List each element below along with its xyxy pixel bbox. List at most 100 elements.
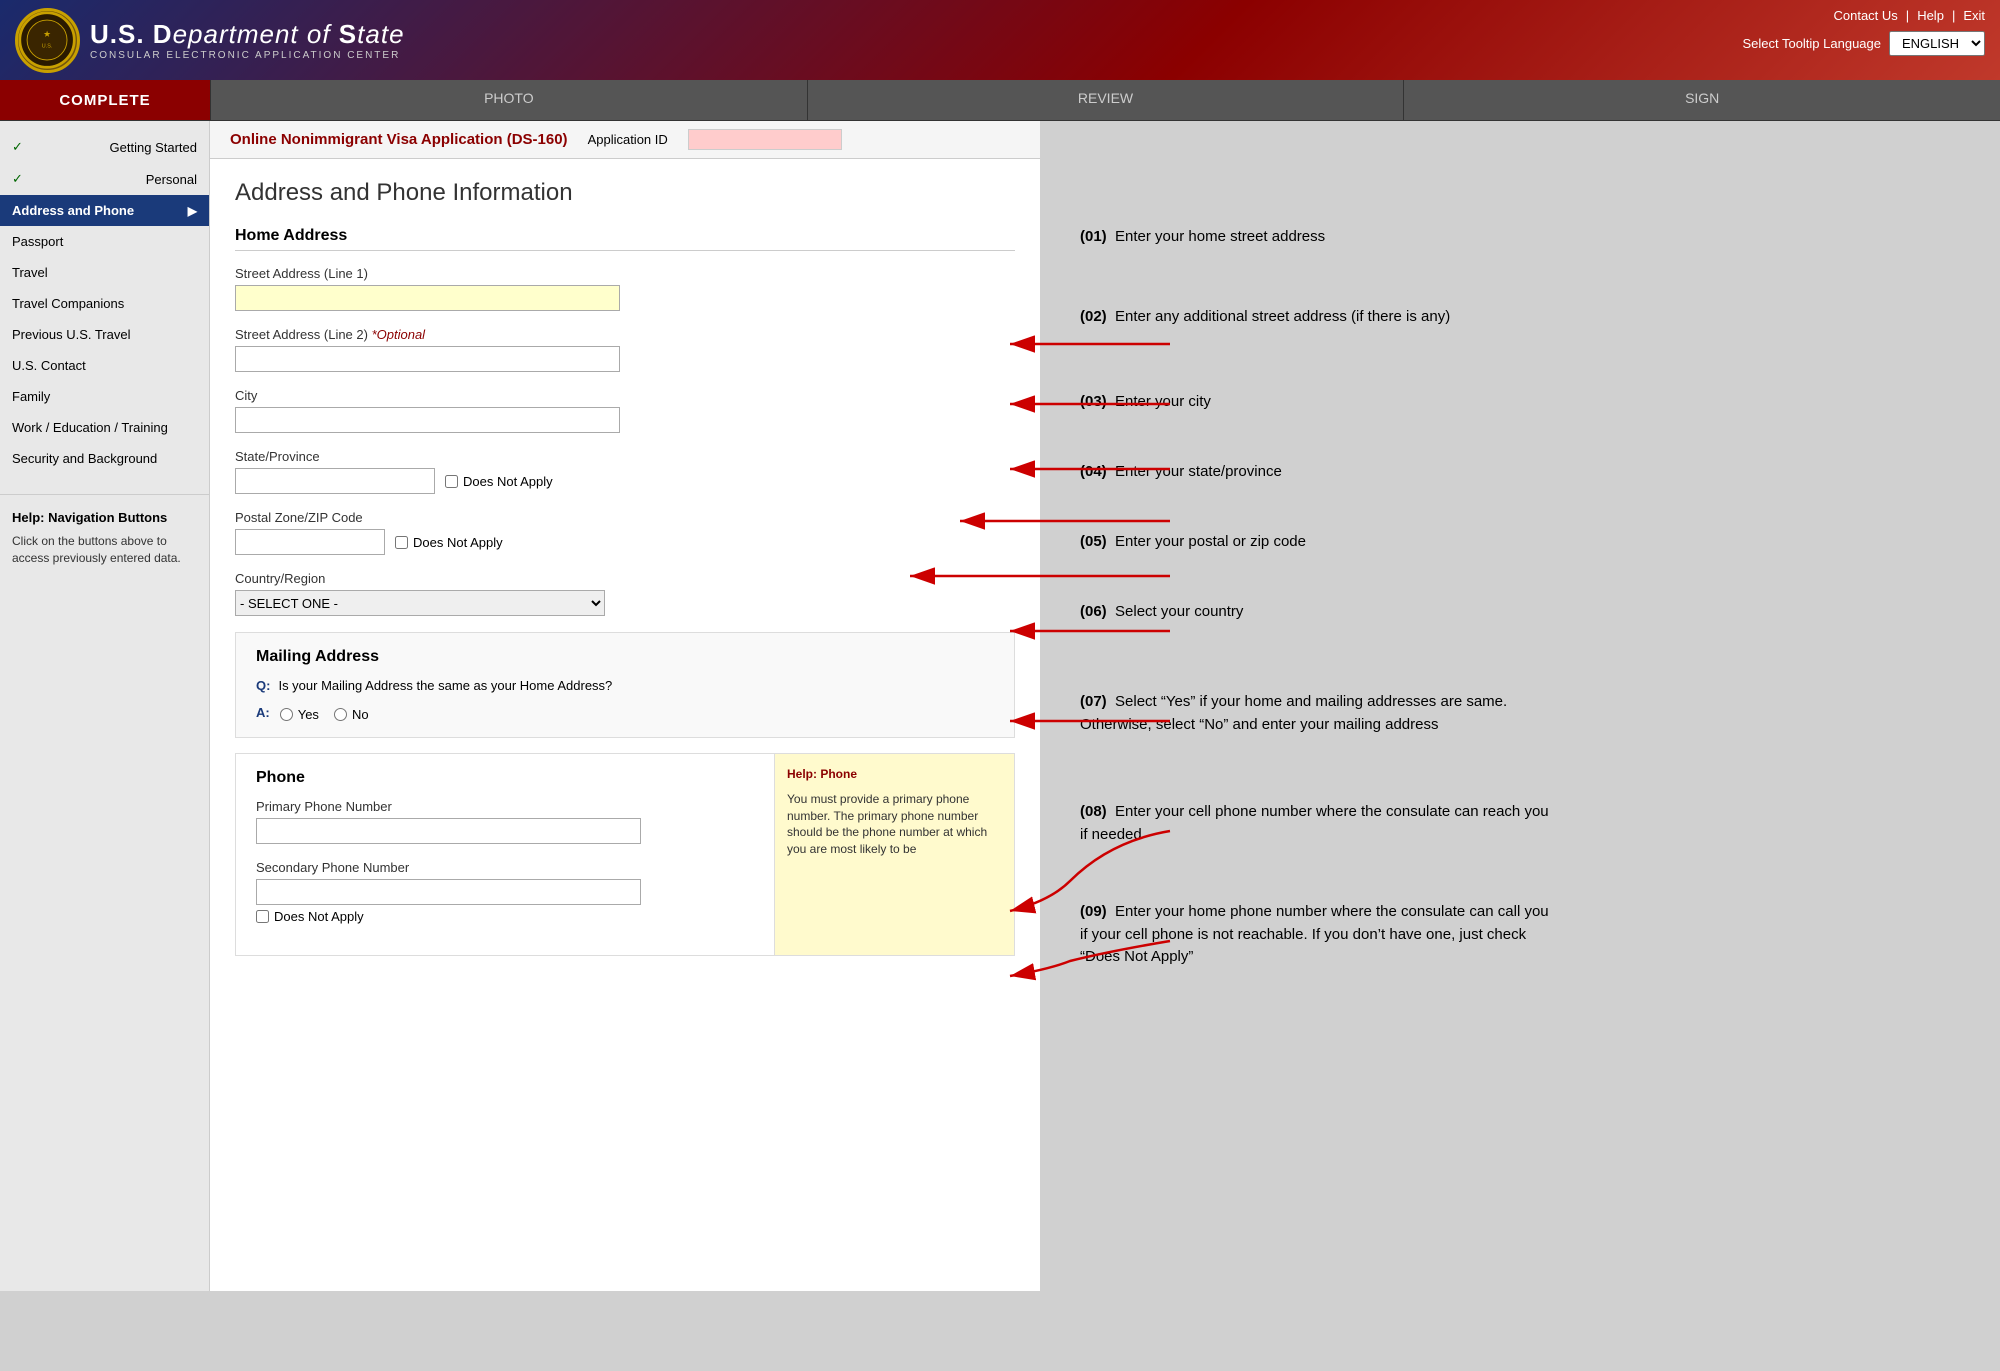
annotation-04: (04) Enter your state/province [1080,461,1282,484]
sidebar-item-us-contact[interactable]: U.S. Contact [0,350,209,381]
mailing-heading: Mailing Address [256,648,994,666]
mailing-question-row: Q: Is your Mailing Address the same as y… [256,678,994,693]
zip-field-group: Postal Zone/ZIP Code Does Not Apply [235,510,1015,555]
country-label: Country/Region [235,571,1015,586]
svg-text:★: ★ [43,29,51,38]
sidebar: Getting Started Personal Address and Pho… [0,121,210,1291]
primary-phone-label: Primary Phone Number [256,799,754,814]
annotation-area: (01) Enter your home street address (02)… [1040,121,2000,1291]
secondary-phone-field-group: Secondary Phone Number Does Not Apply [256,860,754,924]
sidebar-item-travel-companions[interactable]: Travel Companions [0,288,209,319]
app-id-bar: Online Nonimmigrant Visa Application (DS… [210,121,1040,159]
state-dna-checkbox[interactable] [445,475,458,488]
city-field-group: City [235,388,1015,433]
secondary-dna-checkbox[interactable] [256,910,269,923]
mailing-no-radio[interactable] [334,708,347,721]
sidebar-item-family[interactable]: Family [0,381,209,412]
header-title: U.S. Department of State CONSULAR ELECTR… [80,19,405,61]
tab-navigation: COMPLETE PHOTO REVIEW SIGN [0,80,2000,121]
phone-heading: Phone [256,769,754,787]
annotation-03: (03) Enter your city [1080,391,1211,414]
tab-photo[interactable]: PHOTO [210,80,807,120]
street2-label: Street Address (Line 2) *Optional [235,327,1015,342]
app-id-value [688,129,842,150]
state-input[interactable] [235,468,435,494]
phone-help: Help: Phone You must provide a primary p… [774,754,1014,955]
annotation-06: (06) Select your country [1080,601,1243,624]
annotation-01: (01) Enter your home street address [1080,226,1325,249]
phone-help-title: Help: Phone [787,766,1002,783]
app-title: Online Nonimmigrant Visa Application (DS… [230,131,568,148]
language-selector-area: Select Tooltip Language ENGLISH [1742,31,1985,56]
app-id-label: Application ID [588,132,668,147]
zip-input[interactable] [235,529,385,555]
header: ★ U.S. U.S. Department of State CONSULAR… [0,0,2000,80]
primary-phone-field-group: Primary Phone Number [256,799,754,844]
tab-sign[interactable]: SIGN [1403,80,2000,120]
sidebar-item-personal[interactable]: Personal [0,163,209,195]
q-prefix: Q: [256,678,270,693]
sidebar-item-getting-started[interactable]: Getting Started [0,131,209,163]
country-field-group: Country/Region - SELECT ONE - [235,571,1015,616]
country-select[interactable]: - SELECT ONE - [235,590,605,616]
page-heading: Address and Phone Information [235,179,1015,207]
sidebar-item-passport[interactable]: Passport [0,226,209,257]
chevron-icon: ▶ [188,204,197,218]
phone-help-text: You must provide a primary phone number.… [787,791,1002,858]
seal-icon: ★ U.S. [15,8,80,73]
contact-link[interactable]: Contact Us [1833,8,1897,23]
street1-label: Street Address (Line 1) [235,266,1015,281]
mailing-yes-radio[interactable] [280,708,293,721]
tab-complete[interactable]: COMPLETE [0,80,210,120]
logo-area: ★ U.S. U.S. Department of State CONSULAR… [0,8,420,73]
mailing-yes-label[interactable]: Yes [280,707,319,722]
tooltip-lang-label: Select Tooltip Language [1742,36,1881,51]
zip-dna-label[interactable]: Does Not Apply [395,535,503,550]
svg-text:U.S.: U.S. [42,43,53,49]
mailing-question: Is your Mailing Address the same as your… [278,678,612,693]
annotation-05: (05) Enter your postal or zip code [1080,531,1306,554]
state-field-group: State/Province Does Not Apply [235,449,1015,494]
sidebar-help: Help: Navigation Buttons Click on the bu… [0,494,209,582]
state-dna-label[interactable]: Does Not Apply [445,474,553,489]
home-address-heading: Home Address [235,227,1015,251]
home-address-section: Home Address Street Address (Line 1) Str… [235,227,1015,616]
mailing-address-section: Mailing Address Q: Is your Mailing Addre… [235,632,1015,738]
annotation-02: (02) Enter any additional street address… [1080,306,1450,329]
city-label: City [235,388,1015,403]
sidebar-item-security[interactable]: Security and Background [0,443,209,474]
zip-dna-checkbox[interactable] [395,536,408,549]
form-section: Address and Phone Information Home Addre… [210,159,1040,976]
help-link[interactable]: Help [1917,8,1944,23]
annotation-07: (07) Select “Yes” if your home and maili… [1080,691,1580,736]
mailing-no-label[interactable]: No [334,707,369,722]
phone-main: Phone Primary Phone Number Secondary Pho… [236,754,774,955]
state-label: State/Province [235,449,1015,464]
header-right: Contact Us | Help | Exit Select Tooltip … [1727,0,2000,64]
content-area: Online Nonimmigrant Visa Application (DS… [210,121,1040,1291]
street2-field-group: Street Address (Line 2) *Optional [235,327,1015,372]
annotation-09: (09) Enter your home phone number where … [1080,901,1560,969]
a-prefix: A: [256,705,270,720]
street1-field-group: Street Address (Line 1) [235,266,1015,311]
city-input[interactable] [235,407,620,433]
agency-name: U.S. Department of State [90,19,405,50]
secondary-phone-label: Secondary Phone Number [256,860,754,875]
street1-input[interactable] [235,285,620,311]
sidebar-item-travel[interactable]: Travel [0,257,209,288]
annotation-08: (08) Enter your cell phone number where … [1080,801,1560,846]
secondary-dna-label[interactable]: Does Not Apply [256,909,754,924]
exit-link[interactable]: Exit [1963,8,1985,23]
header-nav: Contact Us | Help | Exit [1833,8,1985,23]
primary-phone-input[interactable] [256,818,641,844]
zip-label: Postal Zone/ZIP Code [235,510,1015,525]
sidebar-item-work-education[interactable]: Work / Education / Training [0,412,209,443]
tab-review[interactable]: REVIEW [807,80,1404,120]
sidebar-help-title: Help: Navigation Buttons [12,510,197,525]
phone-section: Phone Primary Phone Number Secondary Pho… [235,753,1015,956]
street2-input[interactable] [235,346,620,372]
sidebar-item-previous-us-travel[interactable]: Previous U.S. Travel [0,319,209,350]
sidebar-item-address-phone[interactable]: Address and Phone ▶ [0,195,209,226]
secondary-phone-input[interactable] [256,879,641,905]
language-select[interactable]: ENGLISH [1889,31,1985,56]
